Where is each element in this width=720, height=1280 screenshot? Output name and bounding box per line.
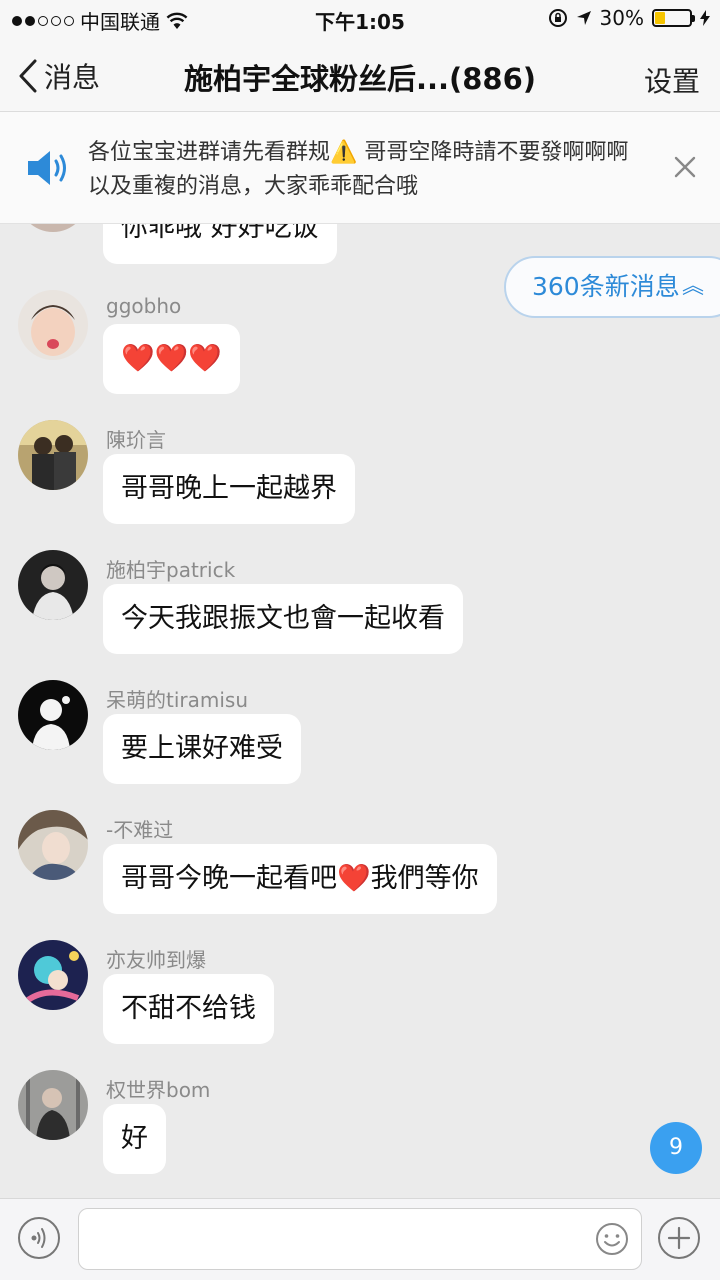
message-input[interactable]: [78, 1208, 642, 1270]
avatar[interactable]: [18, 680, 88, 750]
avatar[interactable]: [18, 290, 88, 360]
nav-bar: 消息 施柏宇全球粉丝后...(886) 设置: [0, 40, 720, 112]
message-bubble[interactable]: 哥哥晚上一起越界: [103, 454, 355, 524]
charging-bolt-icon: [700, 10, 710, 26]
message-bubble[interactable]: 要上课好难受: [103, 714, 301, 784]
new-messages-button[interactable]: 360条新消息 ︽: [504, 256, 720, 318]
more-options-button[interactable]: [658, 1217, 700, 1259]
page-title: 施柏宇全球粉丝后...(886): [183, 62, 537, 96]
chevron-left-icon: [19, 59, 37, 93]
chat-area[interactable]: 你乖哦 好好吃饭 360条新消息 ︽ ggobho ❤️❤️❤️ 陳玠言 哥哥晚…: [0, 224, 720, 1198]
message-bubble[interactable]: 你乖哦 好好吃饭: [103, 224, 337, 264]
rotation-lock-icon: [548, 9, 567, 27]
voice-icon: [31, 1228, 46, 1248]
sender-name: 呆萌的tiramisu: [106, 688, 249, 712]
battery-percent: 30%: [599, 6, 644, 30]
message-bubble[interactable]: 好: [103, 1104, 166, 1174]
new-messages-label: 360条新消息: [532, 272, 680, 301]
back-label: 消息: [44, 61, 101, 94]
avatar[interactable]: [18, 810, 88, 880]
speaker-icon: [28, 151, 66, 185]
sender-name: -不难过: [106, 818, 174, 842]
message-bubble[interactable]: 今天我跟振文也會一起收看: [103, 584, 463, 654]
back-button[interactable]: 消息: [18, 56, 100, 96]
avatar[interactable]: [18, 550, 88, 620]
notice-text: 各位宝宝进群请先看群规⚠️ 哥哥空降時請不要發啊啊啊以及重複的消息，大家乖乖配合…: [88, 140, 629, 199]
sender-name: 施柏宇patrick: [106, 558, 236, 582]
sender-name: 亦友帅到爆: [106, 948, 206, 972]
message-bubble[interactable]: ❤️❤️❤️: [103, 324, 240, 394]
sender-name: 权世界bom: [106, 1078, 211, 1102]
unread-count-badge[interactable]: 9: [650, 1122, 702, 1174]
message-bubble[interactable]: 不甜不给钱: [103, 974, 274, 1044]
location-arrow-icon: [576, 11, 591, 25]
double-chevron-up-icon: ︽: [682, 274, 705, 299]
input-bar: [0, 1198, 720, 1280]
voice-button[interactable]: [18, 1217, 60, 1259]
settings-button[interactable]: 设置: [644, 60, 700, 100]
message-bubble[interactable]: 哥哥今晚一起看吧❤️我們等你: [103, 844, 497, 914]
avatar[interactable]: [18, 420, 88, 490]
close-icon[interactable]: [674, 156, 696, 178]
avatar[interactable]: [18, 224, 88, 232]
sender-name: 陳玠言: [106, 428, 166, 452]
status-right: 30%: [548, 6, 710, 30]
battery-icon: [652, 9, 695, 27]
battery-level: [655, 12, 666, 24]
sender-name: ggobho: [106, 294, 182, 318]
emoji-icon[interactable]: [595, 1222, 629, 1256]
status-bar: 中国联通 下午1:05 30%: [0, 0, 720, 40]
plus-icon: [667, 1226, 691, 1250]
avatar[interactable]: [18, 1070, 88, 1140]
group-notice-banner[interactable]: 各位宝宝进群请先看群规⚠️ 哥哥空降時請不要發啊啊啊以及重複的消息，大家乖乖配合…: [0, 112, 720, 224]
avatar[interactable]: [18, 940, 88, 1010]
